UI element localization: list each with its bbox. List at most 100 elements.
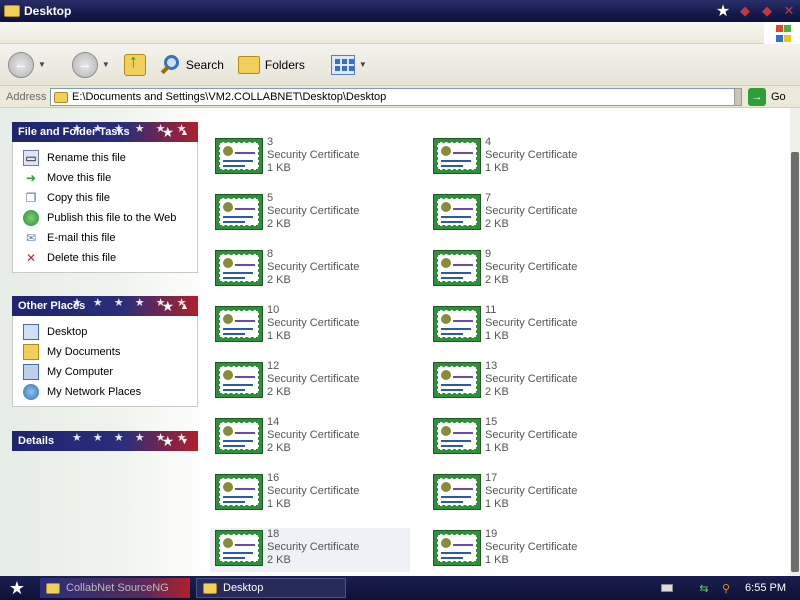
- security-certificate-icon: [215, 362, 263, 398]
- details-title: Details: [18, 435, 55, 447]
- taskbar: ★ CollabNet SourceNG Desktop ⇆ ⚲ 6:55 PM: [0, 576, 800, 600]
- other-places-list: Desktop My Documents My Computer My Netw…: [12, 316, 198, 407]
- address-input[interactable]: E:\Documents and Settings\VM2.COLLABNET\…: [50, 88, 736, 106]
- file-item[interactable]: 18 Security Certificate 2 KB: [210, 528, 410, 572]
- task-move-file[interactable]: ➜ Move this file: [23, 168, 197, 188]
- desktop-icon: [23, 324, 39, 340]
- address-dropdown-button[interactable]: [734, 88, 742, 106]
- file-size: 1 KB: [485, 330, 509, 342]
- file-item[interactable]: 3 Security Certificate 1 KB: [210, 136, 410, 180]
- file-item[interactable]: 8 Security Certificate 2 KB: [210, 248, 410, 292]
- windows-logo-icon: [764, 22, 800, 44]
- file-type: Security Certificate: [267, 541, 360, 553]
- file-type: Security Certificate: [267, 261, 360, 273]
- network-tray-icon[interactable]: ⇆: [697, 581, 711, 595]
- forward-dropdown-icon[interactable]: ▼: [102, 60, 110, 69]
- search-tray-icon[interactable]: ⚲: [719, 581, 733, 595]
- file-type: Security Certificate: [267, 373, 360, 385]
- folder-icon: [46, 582, 60, 594]
- file-item[interactable]: 15 Security Certificate 1 KB: [428, 416, 628, 460]
- task-rename-file[interactable]: ▭ Rename this file: [23, 148, 197, 168]
- file-name: 5: [267, 192, 274, 204]
- address-path: E:\Documents and Settings\VM2.COLLABNET\…: [72, 91, 387, 103]
- star-icon: ★: [161, 433, 174, 449]
- security-certificate-icon: [215, 474, 263, 510]
- file-item[interactable]: 19 Security Certificate 1 KB: [428, 528, 628, 572]
- security-certificate-icon: [433, 530, 481, 566]
- place-desktop[interactable]: Desktop: [23, 322, 197, 342]
- file-item[interactable]: 17 Security Certificate 1 KB: [428, 472, 628, 516]
- details-panel: ★ ★ ★ ★ ★ ★ Details ★ ▼: [12, 431, 198, 451]
- file-item[interactable]: 9 Security Certificate 2 KB: [428, 248, 628, 292]
- task-email-file[interactable]: ✉ E-mail this file: [23, 228, 197, 248]
- details-header[interactable]: ★ ★ ★ ★ ★ ★ Details ★ ▼: [12, 431, 198, 451]
- back-button[interactable]: ←: [8, 51, 34, 78]
- file-tasks-header[interactable]: ★ ★ ★ ★ ★ ★ File and Folder Tasks ★ ▲: [12, 122, 198, 142]
- place-my-computer[interactable]: My Computer: [23, 362, 197, 382]
- views-button[interactable]: ▼: [313, 49, 373, 81]
- file-item[interactable]: 10 Security Certificate 1 KB: [210, 304, 410, 348]
- security-certificate-icon: [215, 418, 263, 454]
- file-size: 1 KB: [485, 442, 509, 454]
- file-size: 1 KB: [267, 162, 291, 174]
- file-size: 2 KB: [267, 554, 291, 566]
- window-title: Desktop: [24, 4, 72, 18]
- file-item[interactable]: 7 Security Certificate 2 KB: [428, 192, 628, 236]
- search-button[interactable]: Search: [160, 49, 224, 81]
- place-my-network[interactable]: My Network Places: [23, 382, 197, 402]
- file-type: Security Certificate: [267, 485, 360, 497]
- security-certificate-icon: [433, 418, 481, 454]
- expand-chevron-icon[interactable]: ▼: [180, 436, 192, 446]
- forward-button[interactable]: →: [71, 51, 98, 78]
- folder-icon: [54, 91, 68, 103]
- file-type: Security Certificate: [485, 261, 578, 273]
- file-type: Security Certificate: [485, 149, 578, 161]
- file-item[interactable]: 2 KB: [210, 108, 410, 124]
- maximize-button[interactable]: ◆: [756, 0, 778, 22]
- file-size: 2 KB: [485, 218, 509, 230]
- collapse-chevron-icon[interactable]: ▲: [180, 301, 192, 311]
- file-item[interactable]: 14 Security Certificate 2 KB: [210, 416, 410, 460]
- scrollbar-thumb[interactable]: [791, 152, 799, 572]
- address-label: Address: [6, 90, 47, 103]
- system-tray: ⇆ ⚲ 6:55 PM: [661, 576, 800, 600]
- file-item[interactable]: 11 Security Certificate 1 KB: [428, 304, 628, 348]
- security-certificate-icon: [433, 362, 481, 398]
- collapse-chevron-icon[interactable]: ▲: [180, 127, 192, 137]
- search-icon: [160, 54, 182, 76]
- task-publish-web[interactable]: Publish this file to the Web: [23, 208, 197, 228]
- up-button[interactable]: [123, 49, 146, 81]
- globe-icon: [23, 210, 39, 226]
- file-item[interactable]: 13 Security Certificate 2 KB: [428, 360, 628, 404]
- file-item[interactable]: 4 Security Certificate 1 KB: [428, 136, 628, 180]
- rename-icon: ▭: [23, 150, 39, 166]
- security-certificate-icon: [433, 194, 481, 230]
- file-item[interactable]: 5 Security Certificate 2 KB: [210, 192, 410, 236]
- file-item[interactable]: 1 KB: [428, 108, 628, 124]
- file-name: 18: [267, 528, 280, 540]
- other-places-header[interactable]: ★ ★ ★ ★ ★ ★ Other Places ★ ▲: [12, 296, 198, 316]
- vertical-scrollbar[interactable]: [790, 108, 800, 576]
- copy-icon: ❐: [25, 191, 37, 205]
- folders-button[interactable]: Folders: [237, 49, 305, 81]
- documents-icon: [23, 344, 39, 360]
- back-dropdown-icon[interactable]: ▼: [38, 60, 46, 69]
- start-button[interactable]: ★: [0, 576, 34, 600]
- taskbar-item-desktop[interactable]: Desktop: [196, 578, 346, 598]
- file-item[interactable]: 16 Security Certificate 1 KB: [210, 472, 410, 516]
- task-delete-file[interactable]: ✕ Delete this file: [23, 248, 197, 268]
- folder-icon: [4, 5, 20, 17]
- place-my-documents[interactable]: My Documents: [23, 342, 197, 362]
- close-button[interactable]: ✕: [778, 0, 800, 22]
- file-item[interactable]: 12 Security Certificate 2 KB: [210, 360, 410, 404]
- security-certificate-icon: [433, 306, 481, 342]
- minimize-button[interactable]: ◆: [734, 0, 756, 22]
- task-copy-file[interactable]: ❐ Copy this file: [23, 188, 197, 208]
- file-name: 17: [485, 472, 498, 484]
- title-bar: Desktop ★ ◆ ◆ ✕: [0, 0, 800, 22]
- file-name: 13: [485, 360, 498, 372]
- folders-label: Folders: [264, 57, 305, 72]
- taskbar-item-collabnet[interactable]: CollabNet SourceNG: [40, 578, 190, 598]
- go-button[interactable]: → Go: [748, 88, 786, 106]
- keyboard-icon[interactable]: [661, 584, 674, 592]
